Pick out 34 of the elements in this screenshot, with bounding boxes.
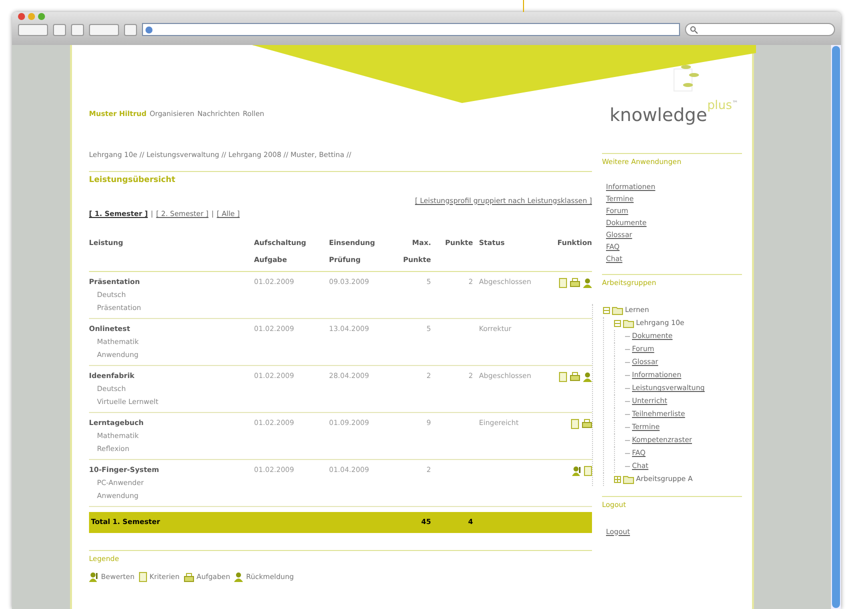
collapse-toggle[interactable] — [603, 307, 610, 314]
printer-icon[interactable] — [582, 418, 592, 428]
document-icon[interactable] — [571, 418, 579, 428]
close-button[interactable] — [18, 13, 25, 20]
reload-button[interactable] — [53, 24, 66, 36]
printer-icon[interactable] — [570, 372, 580, 380]
globe-icon — [145, 26, 153, 34]
person-pen-icon[interactable] — [572, 466, 581, 476]
minimize-button[interactable] — [28, 13, 35, 20]
document-icon[interactable] — [559, 372, 567, 382]
address-field[interactable] — [142, 23, 680, 36]
search-icon — [690, 26, 698, 34]
home-button[interactable] — [71, 24, 84, 36]
folder-icon — [623, 319, 634, 328]
folder-icon — [612, 306, 623, 315]
collapse-toggle[interactable] — [614, 320, 621, 327]
text-size-buttons[interactable] — [89, 24, 119, 36]
document-icon[interactable] — [559, 278, 567, 288]
document-icon[interactable] — [138, 572, 147, 582]
expand-toggle[interactable] — [614, 476, 621, 483]
person-icon[interactable] — [234, 572, 244, 582]
back-forward-buttons[interactable] — [18, 24, 48, 36]
zoom-button[interactable] — [38, 13, 45, 20]
person-icon[interactable] — [583, 278, 592, 288]
document-icon[interactable] — [584, 466, 592, 476]
folder-icon — [623, 475, 634, 484]
person-icon[interactable] — [583, 372, 592, 382]
section-title: Leistungsübersicht — [89, 174, 176, 186]
bookmark-button[interactable] — [124, 24, 137, 36]
person-pen-icon[interactable] — [89, 572, 98, 582]
printer-icon[interactable] — [570, 278, 580, 286]
printer-icon[interactable] — [184, 572, 194, 582]
scrollbar[interactable] — [831, 45, 841, 609]
search-field[interactable] — [685, 23, 835, 36]
